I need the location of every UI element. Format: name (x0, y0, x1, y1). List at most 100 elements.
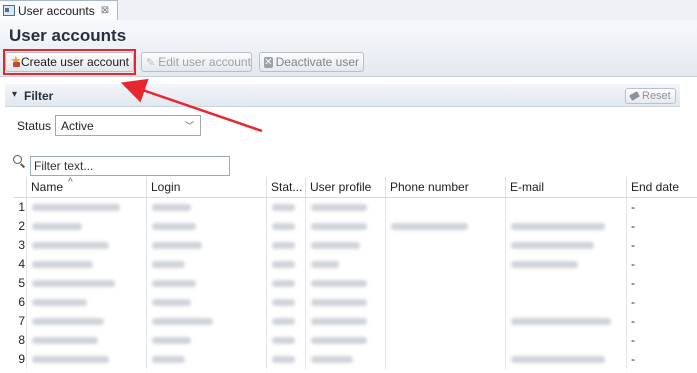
redacted-text (511, 223, 605, 230)
end-date-cell: - (626, 350, 697, 369)
table-row[interactable]: 1- (13, 198, 697, 217)
row-number: 8 (18, 333, 25, 347)
redacted-cell (505, 350, 626, 369)
redacted-cell (385, 293, 505, 312)
redacted-cell (26, 350, 146, 369)
table-row[interactable]: 7- (13, 312, 697, 331)
row-number: 5 (18, 276, 25, 290)
row-number: 2 (18, 219, 25, 233)
status-dropdown[interactable]: Active ﹀ (55, 115, 201, 136)
redacted-cell (266, 331, 305, 350)
search-icon (13, 155, 22, 164)
redacted-text (152, 318, 213, 325)
column-header-phone-number[interactable]: Phone number (385, 177, 505, 197)
status-value: Active (61, 118, 94, 133)
end-date-cell: - (626, 236, 697, 255)
end-date-cell: - (626, 217, 697, 236)
redacted-text (32, 337, 98, 344)
redacted-text (272, 299, 295, 306)
redacted-text (32, 223, 82, 230)
redacted-text (272, 223, 295, 230)
redacted-cell (26, 331, 146, 350)
redacted-cell (385, 217, 505, 236)
sort-ascending-icon: ^ (68, 177, 73, 188)
redacted-cell (305, 350, 385, 369)
collapse-toggle-icon[interactable]: ▾ (12, 89, 17, 100)
user-accounts-icon (3, 5, 15, 16)
end-date-cell: - (626, 255, 697, 274)
reset-button[interactable]: Reset (625, 88, 676, 104)
redacted-text (32, 242, 109, 249)
eraser-icon (629, 91, 640, 101)
redacted-text (272, 204, 295, 211)
redacted-cell (266, 217, 305, 236)
table-row[interactable]: 5- (13, 274, 697, 293)
table-row[interactable]: 6- (13, 293, 697, 312)
redacted-cell (305, 217, 385, 236)
redacted-cell (505, 293, 626, 312)
filter-text-input[interactable] (30, 156, 230, 176)
redacted-cell (305, 293, 385, 312)
table-row[interactable]: 8- (13, 331, 697, 350)
edit-user-account-label: Edit user account (158, 55, 251, 69)
redacted-cell (385, 331, 505, 350)
redacted-cell (146, 312, 266, 331)
redacted-cell (146, 350, 266, 369)
redacted-text (32, 261, 93, 268)
redacted-text (152, 356, 185, 363)
end-date-cell: - (626, 331, 697, 350)
redacted-text (511, 261, 578, 268)
redacted-cell (146, 293, 266, 312)
column-header-login[interactable]: Login (146, 177, 266, 197)
redacted-cell (146, 236, 266, 255)
redacted-text (32, 299, 87, 306)
edit-user-account-button[interactable]: ✎ Edit user account (141, 52, 252, 72)
table-row[interactable]: 9- (13, 350, 697, 369)
table-row[interactable]: 2- (13, 217, 697, 236)
table-row[interactable]: 4- (13, 255, 697, 274)
redacted-cell (385, 198, 505, 217)
tab-user-accounts[interactable]: User accounts ⊠ (0, 0, 118, 20)
redacted-text (152, 204, 191, 211)
redacted-cell (305, 274, 385, 293)
redacted-cell (505, 198, 626, 217)
redacted-text (311, 261, 339, 268)
redacted-text (311, 356, 353, 363)
column-header-email[interactable]: E-mail (505, 177, 626, 197)
redacted-cell (385, 274, 505, 293)
chevron-down-icon: ﹀ (184, 121, 194, 131)
redacted-text (32, 204, 120, 211)
redacted-cell (385, 312, 505, 331)
filter-section-header[interactable] (5, 84, 680, 107)
redacted-text (311, 299, 367, 306)
page-title: User accounts (9, 26, 127, 45)
redacted-text (511, 242, 594, 249)
redacted-cell (266, 293, 305, 312)
redacted-cell (26, 293, 146, 312)
redacted-cell (146, 255, 266, 274)
redacted-text (311, 318, 367, 325)
deactivate-icon: ✕ (264, 56, 273, 68)
redacted-text (311, 337, 367, 344)
redacted-text (272, 242, 295, 249)
column-header-name[interactable]: Name (26, 177, 146, 197)
redacted-cell (266, 255, 305, 274)
reset-label: Reset (642, 90, 671, 102)
redacted-text (152, 337, 191, 344)
table-header: Name Login Stat... User profile Phone nu… (13, 177, 697, 198)
row-number: 3 (18, 238, 25, 252)
column-header-user-profile[interactable]: User profile (305, 177, 385, 197)
redacted-text (152, 242, 202, 249)
column-header-end-date[interactable]: End date (626, 177, 697, 197)
filter-title: Filter (24, 89, 54, 103)
redacted-text (272, 261, 295, 268)
deactivate-user-button[interactable]: ✕ Deactivate user (259, 52, 364, 72)
close-icon[interactable]: ⊠ (101, 5, 109, 16)
column-header-status[interactable]: Stat... (266, 177, 305, 197)
redacted-cell (146, 217, 266, 236)
redacted-cell (305, 331, 385, 350)
redacted-cell (26, 217, 146, 236)
table-row[interactable]: 3- (13, 236, 697, 255)
row-number: 4 (18, 257, 25, 271)
redacted-text (311, 242, 360, 249)
